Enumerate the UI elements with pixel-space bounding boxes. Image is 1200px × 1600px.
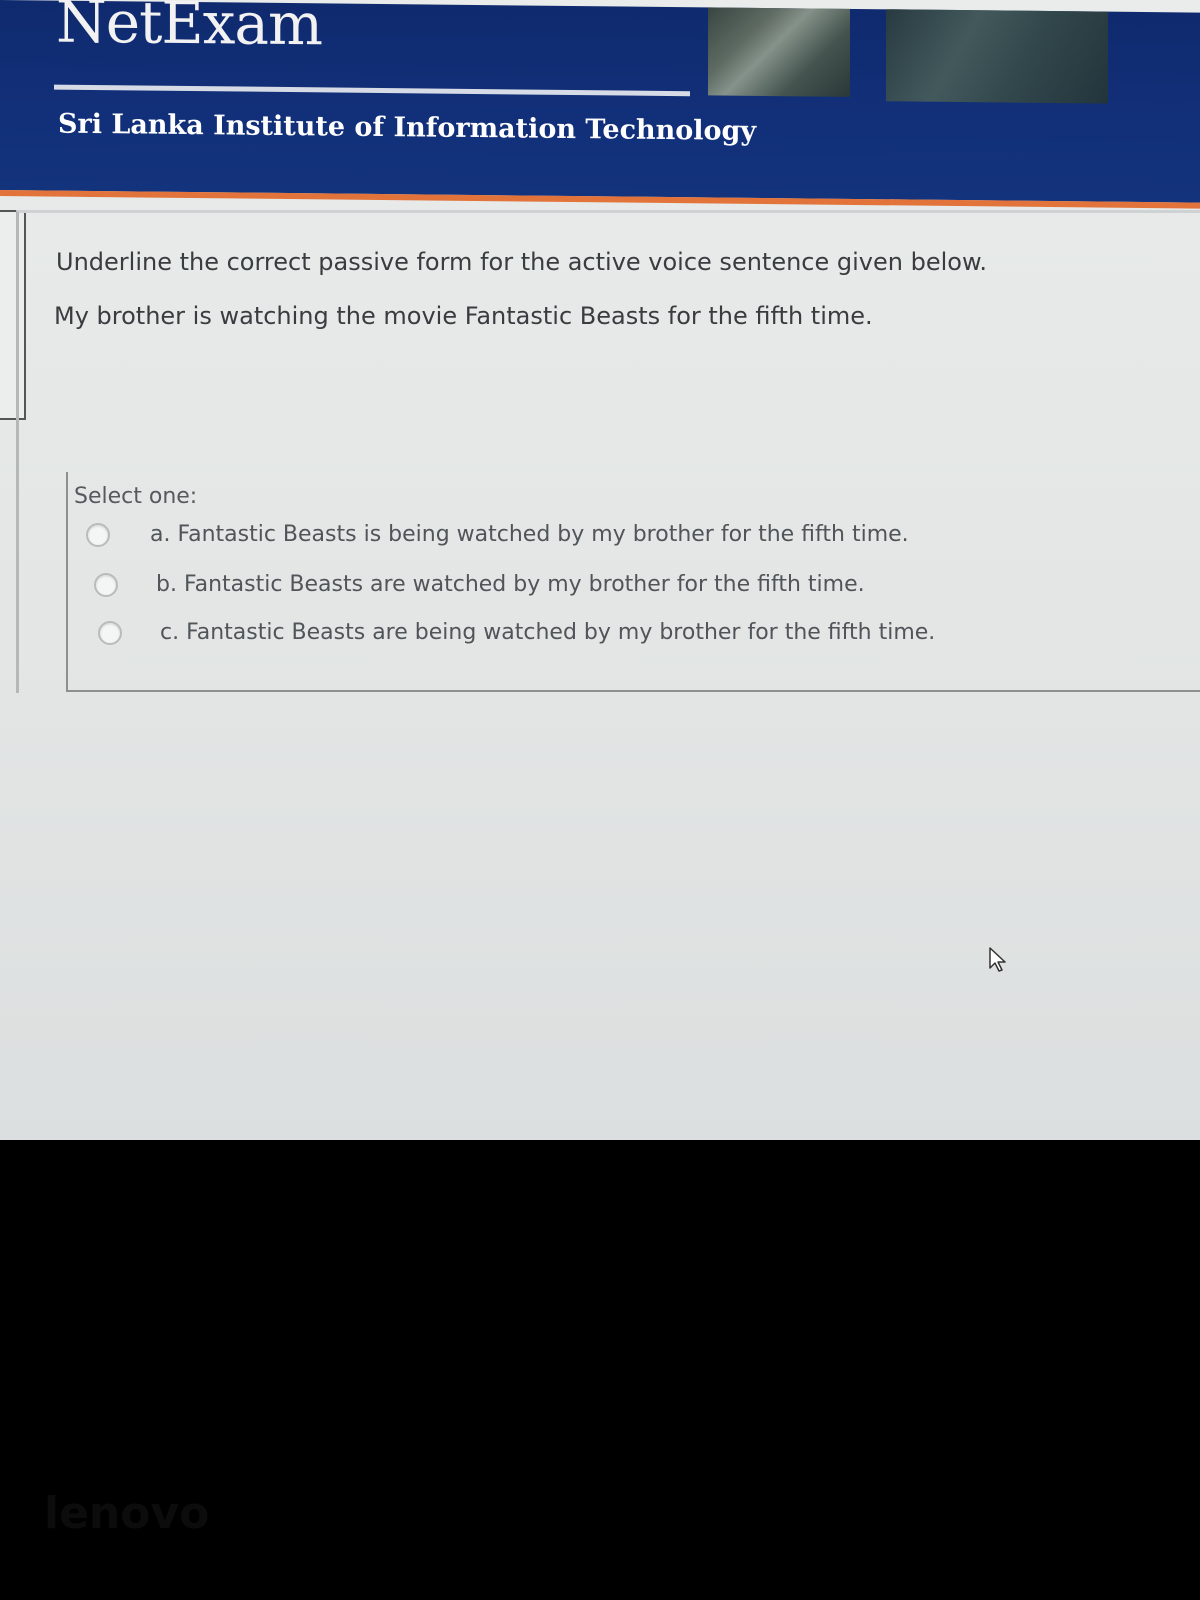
option-a[interactable]: a. Fantastic Beasts is being watched by …	[86, 522, 909, 547]
mouse-cursor-icon	[989, 947, 1006, 972]
option-c[interactable]: c. Fantastic Beasts are being watched by…	[98, 620, 935, 645]
option-c-radio[interactable]	[98, 620, 122, 645]
header-photo-2	[886, 9, 1108, 104]
option-b-radio[interactable]	[94, 572, 118, 597]
site-header: NetExam Sri Lanka Institute of Informati…	[0, 0, 1200, 209]
option-b-label[interactable]: b. Fantastic Beasts are watched by my br…	[156, 572, 865, 597]
netexam-logo[interactable]: NetExam	[56, 0, 322, 58]
option-c-label[interactable]: c. Fantastic Beasts are being watched by…	[160, 620, 935, 645]
question-sentence: My brother is watching the movie Fantast…	[54, 302, 873, 330]
question-prompt: Underline the correct passive form for t…	[56, 248, 988, 276]
monitor-screen: NetExam Sri Lanka Institute of Informati…	[0, 0, 1200, 1140]
institute-name: Sri Lanka Institute of Information Techn…	[58, 108, 757, 147]
option-a-radio[interactable]	[86, 522, 110, 547]
option-b[interactable]: b. Fantastic Beasts are watched by my br…	[94, 572, 865, 597]
select-one-label: Select one:	[74, 484, 198, 509]
monitor-brand-logo: lenovo	[44, 1488, 210, 1539]
option-a-label[interactable]: a. Fantastic Beasts is being watched by …	[150, 522, 909, 547]
header-photo-1	[708, 7, 850, 97]
logo-underline	[54, 84, 690, 97]
